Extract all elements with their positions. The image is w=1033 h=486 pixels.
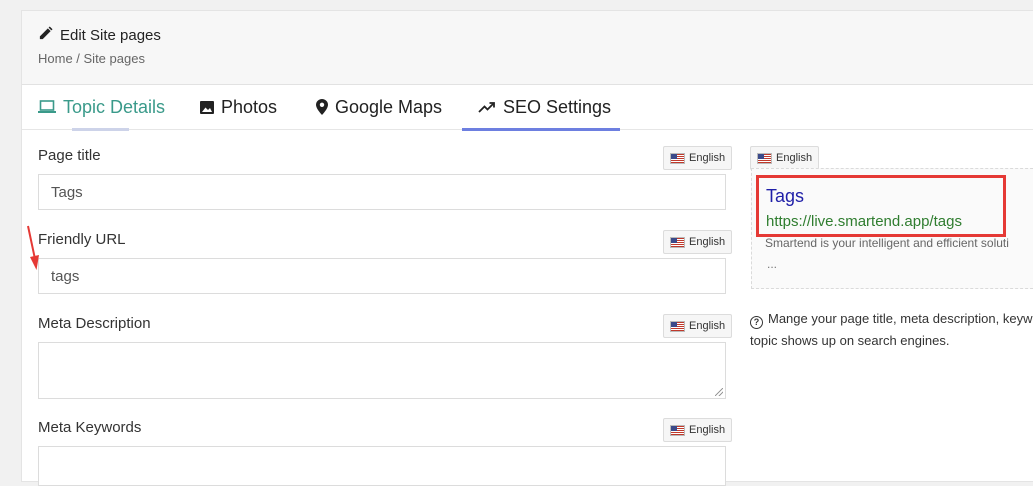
tab-google-maps[interactable]: Google Maps — [316, 85, 442, 129]
friendly-url-lang-text: English — [689, 236, 726, 248]
meta-keywords-textarea[interactable] — [38, 446, 726, 486]
meta-keywords-label: Meta Keywords — [38, 419, 142, 436]
laptop-icon — [38, 100, 56, 114]
page-title-lang-badge: English — [663, 146, 733, 170]
tab-topic-details-underline — [72, 128, 129, 131]
red-arrow-icon — [27, 225, 39, 270]
edit-page-card: Edit Site pages Home / Site pages Topic … — [21, 10, 1033, 486]
tab-topic-details[interactable]: Topic Details — [38, 85, 166, 131]
friendly-url-value: tags — [51, 267, 80, 285]
meta-keywords-lang-text: English — [689, 424, 726, 436]
tab-bar: Topic Details Photos Google Maps SEO Set… — [22, 85, 1033, 131]
meta-description-label: Meta Description — [38, 315, 151, 332]
friendly-url-input[interactable]: tags — [38, 258, 726, 294]
page-title-lang-text: English — [689, 152, 726, 164]
us-flag-icon — [757, 152, 772, 164]
trend-up-icon — [478, 101, 496, 113]
tab-topic-details-label: Topic Details — [63, 96, 166, 117]
resize-handle-icon[interactable] — [715, 388, 723, 396]
tab-seo-settings-label: SEO Settings — [503, 96, 612, 117]
us-flag-icon — [670, 152, 685, 164]
tab-google-maps-label: Google Maps — [335, 96, 443, 117]
highlight-box — [756, 175, 1006, 237]
tab-seo-settings[interactable]: SEO Settings — [462, 85, 620, 131]
friendly-url-lang-badge: English — [663, 230, 733, 254]
page-title-value: Tags — [51, 183, 83, 201]
pencil-icon — [38, 26, 53, 45]
meta-description-lang-badge: English — [663, 314, 733, 338]
us-flag-icon — [670, 320, 685, 332]
map-pin-icon — [316, 99, 328, 115]
question-circle-icon: ? — [750, 315, 763, 329]
meta-keywords-lang-badge: English — [663, 418, 733, 442]
help-line-1: Mange your page title, meta description,… — [768, 311, 1033, 326]
us-flag-icon — [670, 236, 685, 248]
page-title: Edit Site pages — [38, 26, 161, 45]
tab-photos-label: Photos — [221, 96, 278, 117]
page-title-input[interactable]: Tags — [38, 174, 726, 210]
friendly-url-label: Friendly URL — [38, 231, 126, 248]
seo-help-text: ? Mange your page title, meta description… — [750, 308, 1033, 352]
page-title-text: Edit Site pages — [60, 27, 161, 44]
help-line-2: topic shows up on search engines. — [750, 333, 950, 348]
image-icon — [200, 100, 214, 114]
page-title-label: Page title — [38, 147, 101, 164]
breadcrumb[interactable]: Home / Site pages — [38, 51, 145, 66]
preview-lang-text: English — [776, 152, 813, 164]
tab-seo-settings-underline — [462, 128, 620, 131]
meta-description-lang-text: English — [689, 320, 726, 332]
preview-description: Smartend is your intelligent and efficie… — [765, 236, 1009, 250]
us-flag-icon — [670, 424, 685, 436]
page-header: Edit Site pages Home / Site pages — [22, 11, 1033, 85]
tab-photos[interactable]: Photos — [200, 85, 277, 129]
meta-description-textarea[interactable] — [38, 342, 726, 399]
preview-lang-badge: English — [750, 146, 820, 170]
preview-ellipsis: ... — [767, 257, 778, 271]
